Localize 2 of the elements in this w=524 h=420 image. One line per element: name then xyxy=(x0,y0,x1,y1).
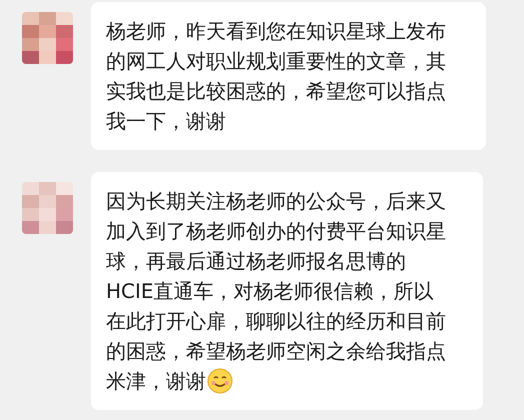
message-text: 因为长期关注杨老师的公众号，后来又加入到了杨老师创办的付费平台知识星球，再最后通过杨老师报名思博的HCIE直通车，对杨老师很信赖，所以在此打开心扉，聊聊以往的经历和目前的困惑，希望杨老师空闲之余给我指点米津，谢谢 xyxy=(106,189,446,393)
message-text: 杨老师，昨天看到您在知识星球上发布的网工人对职业规划重要性的文章，其实我也是比较困惑的，希望您可以指点我一下，谢谢 xyxy=(106,19,446,133)
